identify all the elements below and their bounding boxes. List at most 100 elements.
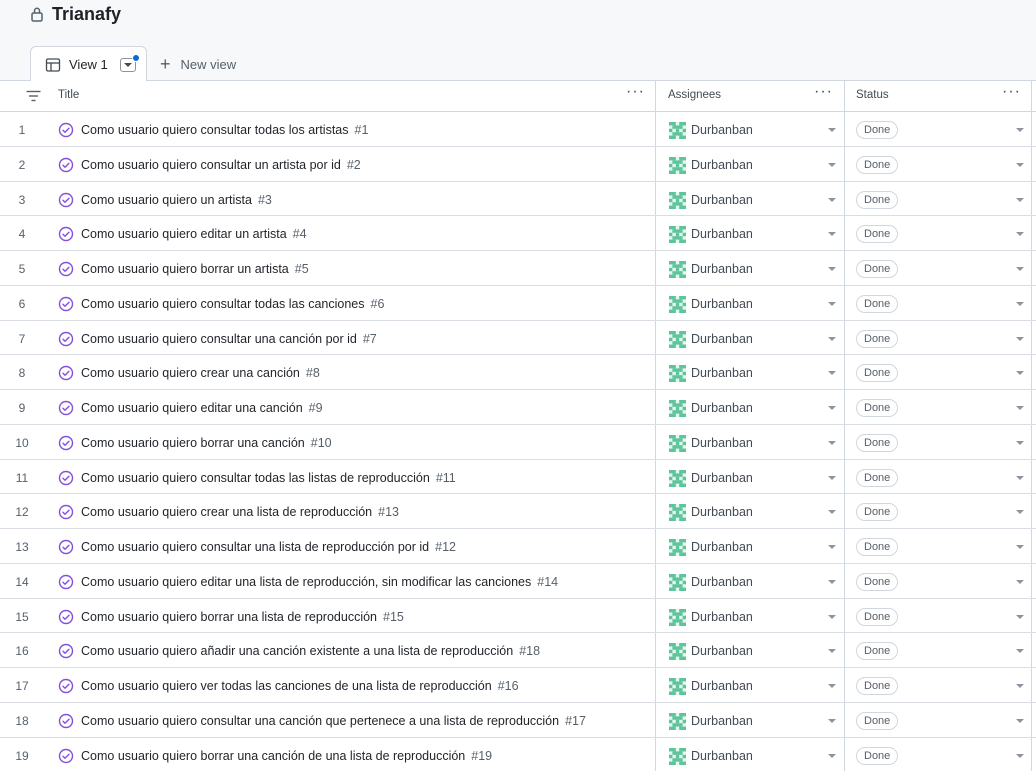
status-cell[interactable]: Done xyxy=(845,668,1032,702)
column-header-title[interactable]: Title ··· xyxy=(0,81,656,112)
dropdown-caret-icon[interactable] xyxy=(1016,336,1024,341)
status-cell[interactable]: Done xyxy=(845,494,1032,528)
title-cell[interactable]: 5 Como usuario quiero borrar un artista #… xyxy=(0,251,656,285)
table-row[interactable]: 18 Como usuario quiero consultar una can… xyxy=(0,702,1036,738)
dropdown-caret-icon[interactable] xyxy=(828,649,836,654)
dropdown-caret-icon[interactable] xyxy=(1016,440,1024,445)
dropdown-caret-icon[interactable] xyxy=(828,232,836,237)
dropdown-caret-icon[interactable] xyxy=(1016,301,1024,306)
title-cell[interactable]: 15 Como usuario quiero borrar una lista … xyxy=(0,598,656,633)
dropdown-caret-icon[interactable] xyxy=(828,301,836,306)
column-options-icon[interactable]: ··· xyxy=(814,84,832,102)
assignee-cell[interactable]: Durbanban xyxy=(656,146,845,181)
dropdown-caret-icon[interactable] xyxy=(828,753,836,758)
issue-title-link[interactable]: Como usuario quiero borrar una canción d… xyxy=(81,749,492,763)
title-cell[interactable]: 18 Como usuario quiero consultar una can… xyxy=(0,702,656,737)
table-row[interactable]: 7 Como usuario quiero consultar una canc… xyxy=(0,320,1036,356)
table-row[interactable]: 14 Como usuario quiero editar una lista … xyxy=(0,563,1036,599)
dropdown-caret-icon[interactable] xyxy=(1016,684,1024,688)
dropdown-caret-icon[interactable] xyxy=(828,579,836,584)
table-row[interactable]: 10 Como usuario quiero borrar una canció… xyxy=(0,424,1036,460)
table-row[interactable]: 4 Como usuario quiero editar un artista #… xyxy=(0,216,1036,251)
issue-title-link[interactable]: Como usuario quiero borrar un artista #5 xyxy=(81,262,309,276)
assignee-cell[interactable]: Durbanban xyxy=(656,181,845,216)
table-row[interactable]: 17 Como usuario quiero ver todas las can… xyxy=(0,668,1036,703)
table-row[interactable]: 12 Como usuario quiero crear una lista d… xyxy=(0,494,1036,529)
table-row[interactable]: 9 Como usuario quiero editar una canción… xyxy=(0,390,1036,425)
dropdown-caret-icon[interactable] xyxy=(1016,475,1024,480)
table-row[interactable]: 3 Como usuario quiero un artista #3 Durba… xyxy=(0,181,1036,217)
dropdown-caret-icon[interactable] xyxy=(828,475,836,480)
view-options-button[interactable] xyxy=(119,53,140,72)
table-row[interactable]: 13 Como usuario quiero consultar una lis… xyxy=(0,529,1036,564)
assignee-cell[interactable]: Durbanban xyxy=(656,633,845,667)
title-cell[interactable]: 3 Como usuario quiero un artista #3 xyxy=(0,181,656,216)
dropdown-caret-icon[interactable] xyxy=(828,718,836,723)
dropdown-caret-icon[interactable] xyxy=(1016,510,1024,515)
status-cell[interactable]: Done xyxy=(845,355,1032,389)
status-cell[interactable]: Done xyxy=(845,285,1032,320)
dropdown-caret-icon[interactable] xyxy=(1016,545,1024,549)
title-cell[interactable]: 4 Como usuario quiero editar un artista #… xyxy=(0,216,656,250)
issue-title-link[interactable]: Como usuario quiero consultar todas las … xyxy=(81,297,384,311)
title-cell[interactable]: 2 Como usuario quiero consultar un artis… xyxy=(0,146,656,181)
status-cell[interactable]: Done xyxy=(845,181,1032,216)
assignee-cell[interactable]: Durbanban xyxy=(656,424,845,459)
assignee-cell[interactable]: Durbanban xyxy=(656,598,845,633)
title-cell[interactable]: 19 Como usuario quiero borrar una canció… xyxy=(0,737,656,771)
dropdown-caret-icon[interactable] xyxy=(1016,232,1024,237)
issue-title-link[interactable]: Como usuario quiero añadir una canción e… xyxy=(81,644,540,658)
assignee-cell[interactable]: Durbanban xyxy=(656,320,845,355)
status-cell[interactable]: Done xyxy=(845,529,1032,563)
issue-title-link[interactable]: Como usuario quiero editar una lista de … xyxy=(81,575,558,589)
table-row[interactable]: 11 Como usuario quiero consultar todas l… xyxy=(0,459,1036,495)
dropdown-caret-icon[interactable] xyxy=(828,406,836,410)
table-row[interactable]: 16 Como usuario quiero añadir una canció… xyxy=(0,633,1036,668)
status-cell[interactable]: Done xyxy=(845,424,1032,459)
status-cell[interactable]: Done xyxy=(845,459,1032,494)
title-cell[interactable]: 16 Como usuario quiero añadir una canció… xyxy=(0,633,656,667)
status-cell[interactable]: Done xyxy=(845,633,1032,667)
title-cell[interactable]: 17 Como usuario quiero ver todas las can… xyxy=(0,668,656,702)
dropdown-caret-icon[interactable] xyxy=(1016,753,1024,758)
dropdown-caret-icon[interactable] xyxy=(1016,197,1024,202)
dropdown-caret-icon[interactable] xyxy=(828,510,836,515)
issue-title-link[interactable]: Como usuario quiero ver todas las cancio… xyxy=(81,679,519,693)
sort-filter-icon[interactable] xyxy=(26,90,41,102)
assignee-cell[interactable]: Durbanban xyxy=(656,355,845,389)
title-cell[interactable]: 12 Como usuario quiero crear una lista d… xyxy=(0,494,656,528)
title-cell[interactable]: 9 Como usuario quiero editar una canción… xyxy=(0,390,656,424)
assignee-cell[interactable]: Durbanban xyxy=(656,285,845,320)
issue-title-link[interactable]: Como usuario quiero crear una lista de r… xyxy=(81,505,399,519)
issue-title-link[interactable]: Como usuario quiero editar una canción #9 xyxy=(81,401,323,415)
assignee-cell[interactable]: Durbanban xyxy=(656,251,845,285)
table-row[interactable]: 6 Como usuario quiero consultar todas la… xyxy=(0,285,1036,321)
issue-title-link[interactable]: Como usuario quiero consultar una lista … xyxy=(81,540,456,554)
dropdown-caret-icon[interactable] xyxy=(828,197,836,202)
assignee-cell[interactable]: Durbanban xyxy=(656,494,845,528)
status-cell[interactable]: Done xyxy=(845,702,1032,737)
title-cell[interactable]: 14 Como usuario quiero editar una lista … xyxy=(0,563,656,598)
dropdown-caret-icon[interactable] xyxy=(1016,649,1024,654)
title-cell[interactable]: 7 Como usuario quiero consultar una canc… xyxy=(0,320,656,355)
issue-title-link[interactable]: Como usuario quiero consultar todas las … xyxy=(81,471,456,485)
status-cell[interactable]: Done xyxy=(845,320,1032,355)
status-cell[interactable]: Done xyxy=(845,390,1032,424)
title-cell[interactable]: 1 Como usuario quiero consultar todas lo… xyxy=(0,112,656,146)
assignee-cell[interactable]: Durbanban xyxy=(656,529,845,563)
title-cell[interactable]: 8 Como usuario quiero crear una canción #… xyxy=(0,355,656,389)
tab-view-1[interactable]: View 1 xyxy=(30,46,147,82)
column-header-assignees[interactable]: Assignees ··· xyxy=(656,81,845,112)
issue-title-link[interactable]: Como usuario quiero consultar un artista… xyxy=(81,158,361,172)
table-row[interactable]: 15 Como usuario quiero borrar una lista … xyxy=(0,598,1036,634)
issue-title-link[interactable]: Como usuario quiero borrar una canción #1… xyxy=(81,436,332,450)
assignee-cell[interactable]: Durbanban xyxy=(656,390,845,424)
dropdown-caret-icon[interactable] xyxy=(1016,718,1024,723)
column-options-icon[interactable]: ··· xyxy=(626,84,644,102)
title-cell[interactable]: 10 Como usuario quiero borrar una canció… xyxy=(0,424,656,459)
table-row[interactable]: 5 Como usuario quiero borrar un artista #… xyxy=(0,251,1036,286)
dropdown-caret-icon[interactable] xyxy=(828,371,836,376)
issue-title-link[interactable]: Como usuario quiero consultar una canció… xyxy=(81,714,586,728)
status-cell[interactable]: Done xyxy=(845,146,1032,181)
status-cell[interactable]: Done xyxy=(845,216,1032,250)
